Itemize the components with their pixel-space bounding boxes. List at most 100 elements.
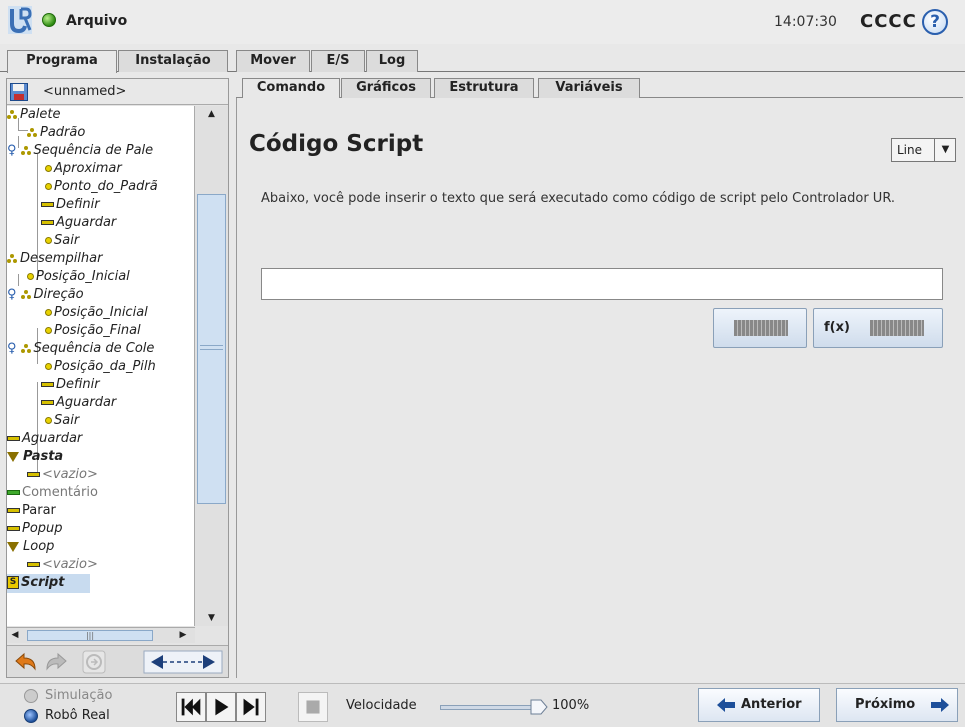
tree-connector [18, 274, 19, 286]
scroll-down-icon[interactable]: ▼ [195, 610, 228, 626]
pallet-icon [7, 253, 18, 264]
arrow-right-icon [931, 698, 949, 712]
scroll-right-icon[interactable]: ▶ [175, 628, 191, 643]
tab-graficos[interactable]: Gráficos [341, 78, 431, 98]
tab-programa[interactable]: Programa [7, 50, 117, 73]
tree-node-aproximar[interactable]: Aproximar [45, 160, 122, 179]
move-node-icon[interactable] [143, 649, 223, 675]
formula-keyboard-button[interactable]: f(x) [813, 308, 943, 348]
tree-node-definir-2[interactable]: Definir [41, 376, 100, 395]
tree-node-label: Sair [54, 413, 80, 428]
main-tabs: Programa Instalação Mover E/S Log [0, 50, 965, 73]
tree-node-label: Ponto_do_Padrã [54, 179, 158, 194]
next-label: Próximo [855, 697, 916, 712]
bottom-bar: Simulação Robô Real Velocidade 100% Ante… [0, 683, 965, 727]
tree-node-vazio-2[interactable]: <vazio> [27, 556, 98, 575]
scroll-thumb[interactable] [197, 194, 226, 504]
speed-value: 100% [552, 698, 590, 713]
tab-es[interactable]: E/S [311, 50, 365, 72]
redo-icon[interactable] [43, 649, 69, 675]
tree-node-label: Aguardar [56, 395, 117, 410]
step-icon[interactable] [236, 692, 266, 722]
program-file-row: <unnamed> [7, 79, 228, 105]
keyboard-button[interactable] [713, 308, 807, 348]
tab-instalacao[interactable]: Instalação [118, 50, 228, 72]
tree-node-sair[interactable]: Sair [45, 232, 79, 251]
ur-logo-icon [8, 6, 32, 34]
tree-node-sequencia-coleta[interactable]: ♀ Sequência de Cole [7, 340, 154, 359]
script-icon: S [7, 576, 19, 589]
tab-log[interactable]: Log [366, 50, 418, 72]
node-tabs: Comando Gráficos Estrutura Variáveis [236, 78, 963, 99]
expander-icon[interactable]: ♀ [7, 287, 17, 302]
tree-node-label: Aproximar [54, 161, 122, 176]
tree-node-popup[interactable]: Popup [7, 520, 63, 539]
file-menu[interactable]: Arquivo [66, 13, 127, 29]
tree-node-label: Comentário [22, 485, 98, 500]
tree-node-direcao[interactable]: ♀ Direção [7, 286, 84, 305]
speed-slider-thumb[interactable] [529, 697, 549, 717]
expander-icon[interactable]: ♀ [7, 143, 17, 158]
help-button[interactable]: ? [922, 9, 948, 35]
tree-node-sair-2[interactable]: Sair [45, 412, 79, 431]
suppress-icon[interactable] [81, 649, 107, 675]
tree-node-aguardar-2[interactable]: Aguardar [41, 394, 116, 413]
tree-node-posicao-pilha[interactable]: Posição_da_Pilh [45, 358, 156, 377]
tab-comando[interactable]: Comando [242, 78, 340, 99]
command-icon [41, 202, 54, 207]
undo-icon[interactable] [13, 649, 39, 675]
command-panel: Código Script Line ▼ Abaixo, você pode i… [236, 98, 963, 678]
save-icon[interactable] [10, 83, 28, 101]
scroll-thumb[interactable]: ||| [27, 630, 153, 641]
program-tree-panel: <unnamed> Palete Padrão ♀ Sequência de Pa… [6, 78, 229, 678]
comment-icon [7, 490, 20, 495]
top-bar: Arquivo 14:07:30 CCCC ? [0, 0, 965, 44]
tree-node-loop[interactable]: Loop [7, 538, 54, 557]
tree-node-comentario[interactable]: Comentário [7, 484, 98, 503]
clock: 14:07:30 [774, 14, 837, 30]
tab-mover[interactable]: Mover [236, 50, 310, 72]
tree-node-posicao-inicial[interactable]: Posição_Inicial [27, 268, 130, 287]
tree-node-desempilhar[interactable]: Desempilhar [7, 250, 102, 269]
tree-node-parar[interactable]: Parar [7, 502, 56, 521]
play-icon[interactable] [206, 692, 236, 722]
expander-icon[interactable]: ♀ [7, 341, 17, 356]
tree-node-script[interactable]: S Script [7, 574, 90, 593]
real-robot-radio[interactable] [24, 709, 38, 723]
script-mode-select[interactable]: Line ▼ [891, 138, 956, 162]
waypoint-icon [45, 237, 52, 244]
tree-node-label: Sair [54, 233, 80, 248]
page-title: Código Script [249, 131, 424, 157]
tree-node-aguardar-3[interactable]: Aguardar [7, 430, 82, 449]
next-button[interactable]: Próximo [836, 688, 958, 722]
scroll-up-icon[interactable]: ▲ [195, 106, 228, 122]
scroll-left-icon[interactable]: ◀ [7, 628, 23, 643]
tree-node-pasta[interactable]: Pasta [7, 448, 63, 467]
tree-node-palete[interactable]: Palete [7, 106, 61, 125]
tree-node-vazio[interactable]: <vazio> [27, 466, 98, 485]
stop-icon[interactable] [298, 692, 328, 722]
tree-node-sequencia-palete[interactable]: ♀ Sequência de Pale [7, 142, 153, 161]
tree-node-label: Sequência de Cole [33, 341, 155, 356]
script-input[interactable] [261, 268, 943, 300]
tree-horizontal-scrollbar[interactable]: ◀ ||| ▶ [7, 627, 195, 643]
grip-icon [200, 345, 223, 350]
speed-slider[interactable] [440, 705, 540, 710]
tab-estrutura[interactable]: Estrutura [434, 78, 534, 98]
tree-node-ponto-padrao[interactable]: Ponto_do_Padrã [45, 178, 158, 197]
skip-start-icon[interactable] [176, 692, 206, 722]
tree-node-padrao[interactable]: Padrão [27, 124, 85, 143]
tree-vertical-scrollbar[interactable]: ▲ ▼ [195, 106, 228, 626]
tree-node-posicao-final[interactable]: Posição_Final [45, 322, 141, 341]
tree-node-label: Sequência de Pale [33, 143, 154, 158]
tree-node-label: <vazio> [42, 467, 98, 482]
simulation-radio[interactable] [24, 689, 38, 703]
pallet-icon [20, 145, 32, 156]
previous-button[interactable]: Anterior [698, 688, 820, 722]
waypoint-icon [45, 417, 52, 424]
tree-node-direcao-inicial[interactable]: Posição_Inicial [45, 304, 148, 323]
tree-node-aguardar[interactable]: Aguardar [41, 214, 116, 233]
tab-variaveis[interactable]: Variáveis [538, 78, 640, 98]
chevron-down-icon[interactable]: ▼ [934, 139, 956, 161]
tree-node-definir[interactable]: Definir [41, 196, 100, 215]
